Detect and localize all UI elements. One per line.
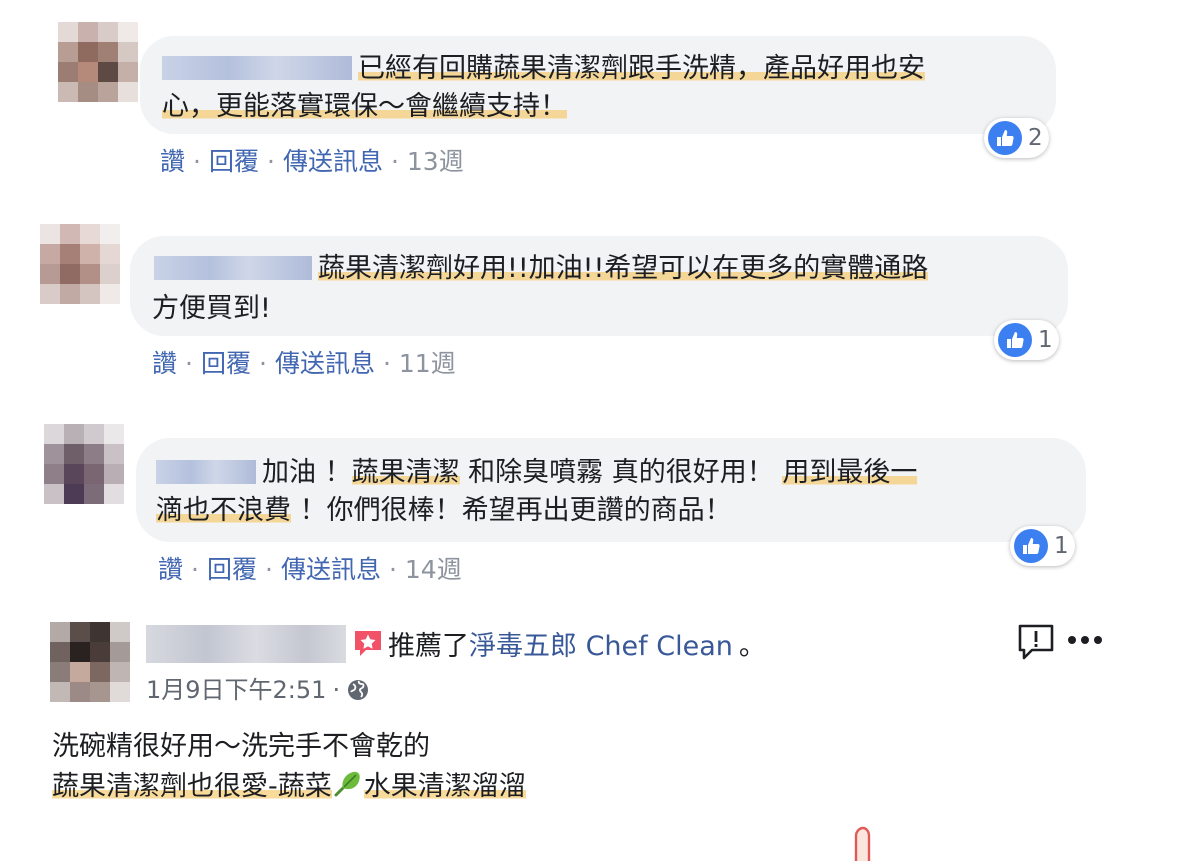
comment-actions: 讚 · 回覆 · 傳送訊息 · 13週 bbox=[160, 147, 464, 176]
more-icon[interactable] bbox=[1066, 632, 1104, 652]
avatar[interactable] bbox=[44, 424, 124, 504]
reply-link[interactable]: 回覆 bbox=[201, 349, 251, 378]
like-link[interactable]: 讚 bbox=[158, 555, 183, 584]
thumbs-up-icon bbox=[988, 121, 1022, 155]
post-timestamp[interactable]: 1月9日下午2:51 bbox=[146, 676, 326, 704]
comment-text: 加油 ！蔬果清潔 和除臭噴霧 真的很好用！ 用到最後一 bbox=[262, 457, 918, 488]
comment-actions: 讚 · 回覆 · 傳送訊息 · 11週 bbox=[152, 349, 456, 378]
reply-link[interactable]: 回覆 bbox=[207, 555, 257, 584]
comment-text: 蔬果清潔劑好用!!加油!!希望可以在更多的實體通路 bbox=[318, 253, 929, 284]
avatar[interactable] bbox=[50, 622, 130, 702]
comment-text: 方便買到! bbox=[152, 293, 271, 324]
poster-name[interactable] bbox=[146, 625, 346, 663]
recommend-verb: 推薦了 bbox=[388, 631, 469, 662]
reaction-count[interactable]: 2 bbox=[984, 118, 1049, 158]
leafy-vegetable-icon bbox=[332, 767, 364, 806]
reply-link[interactable]: 回覆 bbox=[209, 147, 259, 176]
report-icon[interactable] bbox=[1016, 622, 1056, 666]
comment-time[interactable]: 13週 bbox=[407, 147, 464, 176]
avatar[interactable] bbox=[40, 224, 120, 304]
comment-time[interactable]: 14週 bbox=[405, 555, 462, 584]
reaction-number: 2 bbox=[1028, 125, 1043, 151]
reaction-number: 1 bbox=[1038, 327, 1053, 353]
hand-icon bbox=[850, 826, 890, 865]
comment-bubble: 加油 ！蔬果清潔 和除臭噴霧 真的很好用！ 用到最後一 滴也不浪費 ！你們很棒！… bbox=[136, 438, 1086, 542]
comment-text: 心，更能落實環保～會繼續支持！ bbox=[162, 91, 567, 122]
comment-time[interactable]: 11週 bbox=[399, 349, 456, 378]
post-meta: 1月9日下午2:51 · bbox=[146, 670, 370, 708]
commenter-name[interactable] bbox=[154, 256, 312, 280]
recommendation-line: 推薦了淨毒五郎 Chef Clean。 bbox=[352, 624, 766, 667]
commenter-name[interactable] bbox=[162, 56, 352, 80]
thumbs-up-icon bbox=[998, 323, 1032, 357]
send-message-link[interactable]: 傳送訊息 bbox=[281, 555, 381, 584]
comment-text: 已經有回購蔬果清潔劑跟手洗精，產品好用也安 bbox=[358, 53, 925, 84]
send-message-link[interactable]: 傳送訊息 bbox=[275, 349, 375, 378]
recommend-star-icon bbox=[352, 628, 384, 667]
comment-actions: 讚 · 回覆 · 傳送訊息 · 14週 bbox=[158, 555, 462, 584]
comment-bubble: 蔬果清潔劑好用!!加油!!希望可以在更多的實體通路 方便買到! bbox=[130, 236, 1068, 336]
post-text-line: 蔬果清潔劑也很愛-蔬菜 水果清潔溜溜 bbox=[52, 764, 526, 806]
avatar[interactable] bbox=[58, 22, 138, 102]
meta-separator: · bbox=[332, 676, 341, 704]
comment-bubble: 已經有回購蔬果清潔劑跟手洗精，產品好用也安 心，更能落實環保～會繼續支持！ bbox=[140, 36, 1056, 134]
page-link[interactable]: 淨毒五郎 Chef Clean bbox=[469, 631, 733, 662]
reaction-count[interactable]: 1 bbox=[994, 320, 1059, 360]
comment-text: 滴也不浪費 ！你們很棒！希望再出更讚的商品！ bbox=[156, 495, 732, 526]
like-link[interactable]: 讚 bbox=[152, 349, 177, 378]
send-message-link[interactable]: 傳送訊息 bbox=[283, 147, 383, 176]
commenter-name[interactable] bbox=[156, 460, 256, 484]
post-text-line: 洗碗精很好用～洗完手不會乾的 bbox=[52, 731, 430, 762]
reaction-number: 1 bbox=[1054, 533, 1069, 559]
thumbs-up-icon bbox=[1014, 529, 1048, 563]
globe-icon bbox=[346, 678, 370, 708]
reaction-count[interactable]: 1 bbox=[1010, 526, 1075, 566]
like-link[interactable]: 讚 bbox=[160, 147, 185, 176]
end-mark: 。 bbox=[738, 631, 766, 662]
